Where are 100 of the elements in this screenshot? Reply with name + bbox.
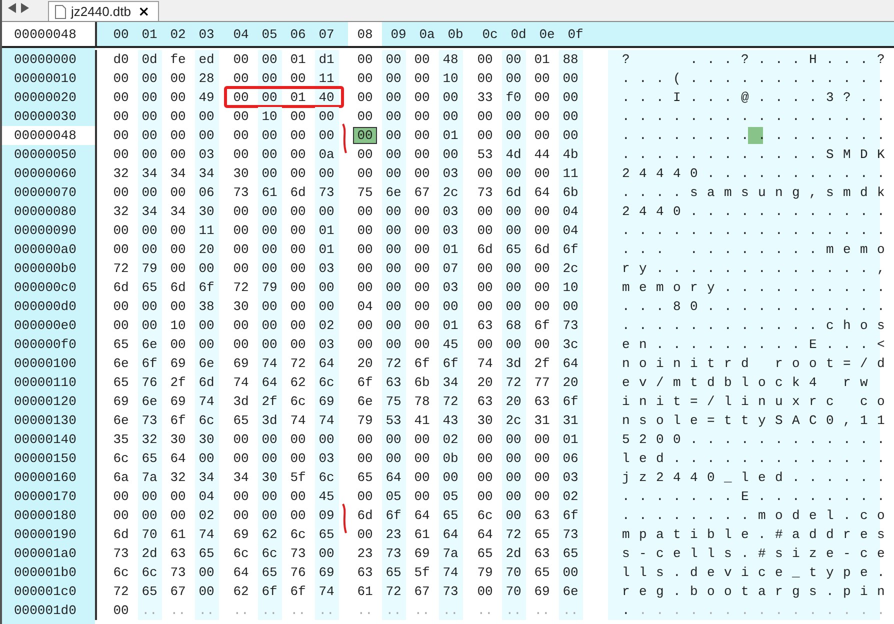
hex-byte: 73: [112, 545, 130, 563]
hex-byte: 00: [169, 70, 187, 88]
hex-byte: 00: [169, 241, 187, 259]
hex-byte: 00: [258, 126, 282, 145]
column-header: 0b: [446, 26, 464, 44]
row-offset: 00000120: [13, 393, 78, 411]
hex-byte: 00: [382, 430, 406, 449]
hex-byte: 65: [138, 278, 162, 297]
hex-byte: 65: [502, 240, 526, 259]
hex-byte: 7a: [138, 468, 162, 487]
hex-byte: 00: [112, 241, 130, 259]
hex-byte: 3c: [558, 335, 582, 354]
hex-byte: 00: [314, 544, 338, 563]
row-offset: 000000a0: [13, 241, 78, 259]
hex-byte: 00: [476, 127, 494, 145]
ascii-text: 5200............: [621, 431, 894, 448]
hex-byte: 03: [438, 221, 462, 240]
hex-byte: 74: [314, 411, 338, 430]
hex-byte: 00: [533, 70, 551, 88]
hex-byte: 6c: [314, 373, 338, 392]
hex-byte: 00: [314, 202, 338, 221]
hex-byte: 00: [138, 297, 162, 316]
hex-byte: d0: [112, 51, 130, 69]
hex-byte: 00: [476, 279, 494, 297]
hex-byte: 00: [413, 336, 431, 354]
hex-byte: 00: [314, 126, 338, 145]
hex-byte: 32: [112, 165, 130, 183]
hex-byte: 6f: [356, 374, 374, 392]
hex-byte: 00: [382, 278, 406, 297]
hex-byte: 65: [558, 544, 582, 563]
hex-byte: 00: [533, 469, 551, 487]
hex-byte: 6d: [289, 184, 307, 202]
hex-byte: 00: [169, 260, 187, 278]
hex-byte: 63: [356, 564, 374, 582]
hex-byte: 05: [382, 487, 406, 506]
row-offset: 00000140: [13, 431, 78, 449]
ascii-text: init=/linuxrc co: [621, 393, 894, 410]
hex-byte: 00: [533, 431, 551, 449]
file-tab[interactable]: jz2440.dtb ×: [48, 1, 159, 21]
ascii-text: 2440............: [621, 203, 894, 220]
row-offset: 00000030: [13, 108, 78, 126]
hex-byte: 79: [258, 278, 282, 297]
hex-byte: 10: [169, 317, 187, 335]
hex-byte: 00: [194, 259, 218, 278]
hex-byte: 33: [476, 89, 494, 107]
hex-byte: 6c: [476, 507, 494, 525]
ascii-text: .......E........: [621, 488, 894, 505]
hex-byte: 6e: [138, 335, 162, 354]
hex-byte: 61: [258, 183, 282, 202]
scroll-right-icon[interactable]: [20, 3, 29, 13]
hex-byte: 00: [533, 298, 551, 316]
hex-byte: 00: [138, 221, 162, 240]
empty-byte: ..: [413, 602, 431, 620]
hex-byte: 53: [476, 146, 494, 164]
hex-byte: 00: [289, 108, 307, 126]
row-offset: 000001d0: [13, 602, 78, 620]
hex-byte: 6e: [112, 412, 130, 430]
hex-byte: 00: [314, 107, 338, 126]
hex-byte: 69: [533, 583, 551, 601]
hex-byte: 00: [258, 259, 282, 278]
hex-byte: 79: [476, 564, 494, 582]
ascii-text: ? ...?...H...?: [621, 51, 894, 68]
hex-byte: 74: [194, 525, 218, 544]
hex-byte: 00: [112, 507, 130, 525]
hex-byte: 01: [314, 240, 338, 259]
hex-byte: 64: [533, 184, 551, 202]
hex-byte: 3d: [502, 354, 526, 373]
hex-byte: 23: [356, 545, 374, 563]
hex-byte: 01: [314, 221, 338, 240]
hex-byte: 00: [502, 259, 526, 278]
hex-byte: 00: [112, 89, 130, 107]
hex-byte: 43: [438, 411, 462, 430]
hex-byte: 72: [382, 354, 406, 373]
hex-byte: 11: [194, 221, 218, 240]
row-offset: 00000090: [13, 222, 78, 240]
hex-byte: 00: [258, 316, 282, 335]
ascii-text: mpatible.#addres: [621, 526, 894, 543]
hex-byte: 00: [533, 108, 551, 126]
hex-byte: 00: [258, 487, 282, 506]
row-offset: 00000070: [13, 184, 78, 202]
ascii-empty: ...............: [638, 602, 894, 619]
scroll-left-icon[interactable]: [8, 3, 17, 13]
hex-byte: 00: [413, 241, 431, 259]
hex-byte: 32: [138, 430, 162, 449]
hex-byte: 00: [138, 126, 162, 145]
row-offset: 00000180: [13, 507, 78, 525]
hex-byte: 64: [169, 450, 187, 468]
hex-byte: 00: [382, 202, 406, 221]
hex-byte: 2f: [169, 374, 187, 392]
hex-byte: 6f: [258, 582, 282, 601]
hex-byte: 00: [232, 70, 250, 88]
column-header: 05: [260, 26, 278, 44]
hex-byte: 00: [169, 222, 187, 240]
close-button[interactable]: ×: [136, 4, 152, 20]
hex-byte: 02: [314, 316, 338, 335]
hex-byte: 00: [502, 430, 526, 449]
hex-byte: 00: [138, 145, 162, 164]
hex-byte: 2c: [438, 183, 462, 202]
hex-byte: 00: [476, 469, 494, 487]
row-offset: 000000d0: [13, 298, 78, 316]
